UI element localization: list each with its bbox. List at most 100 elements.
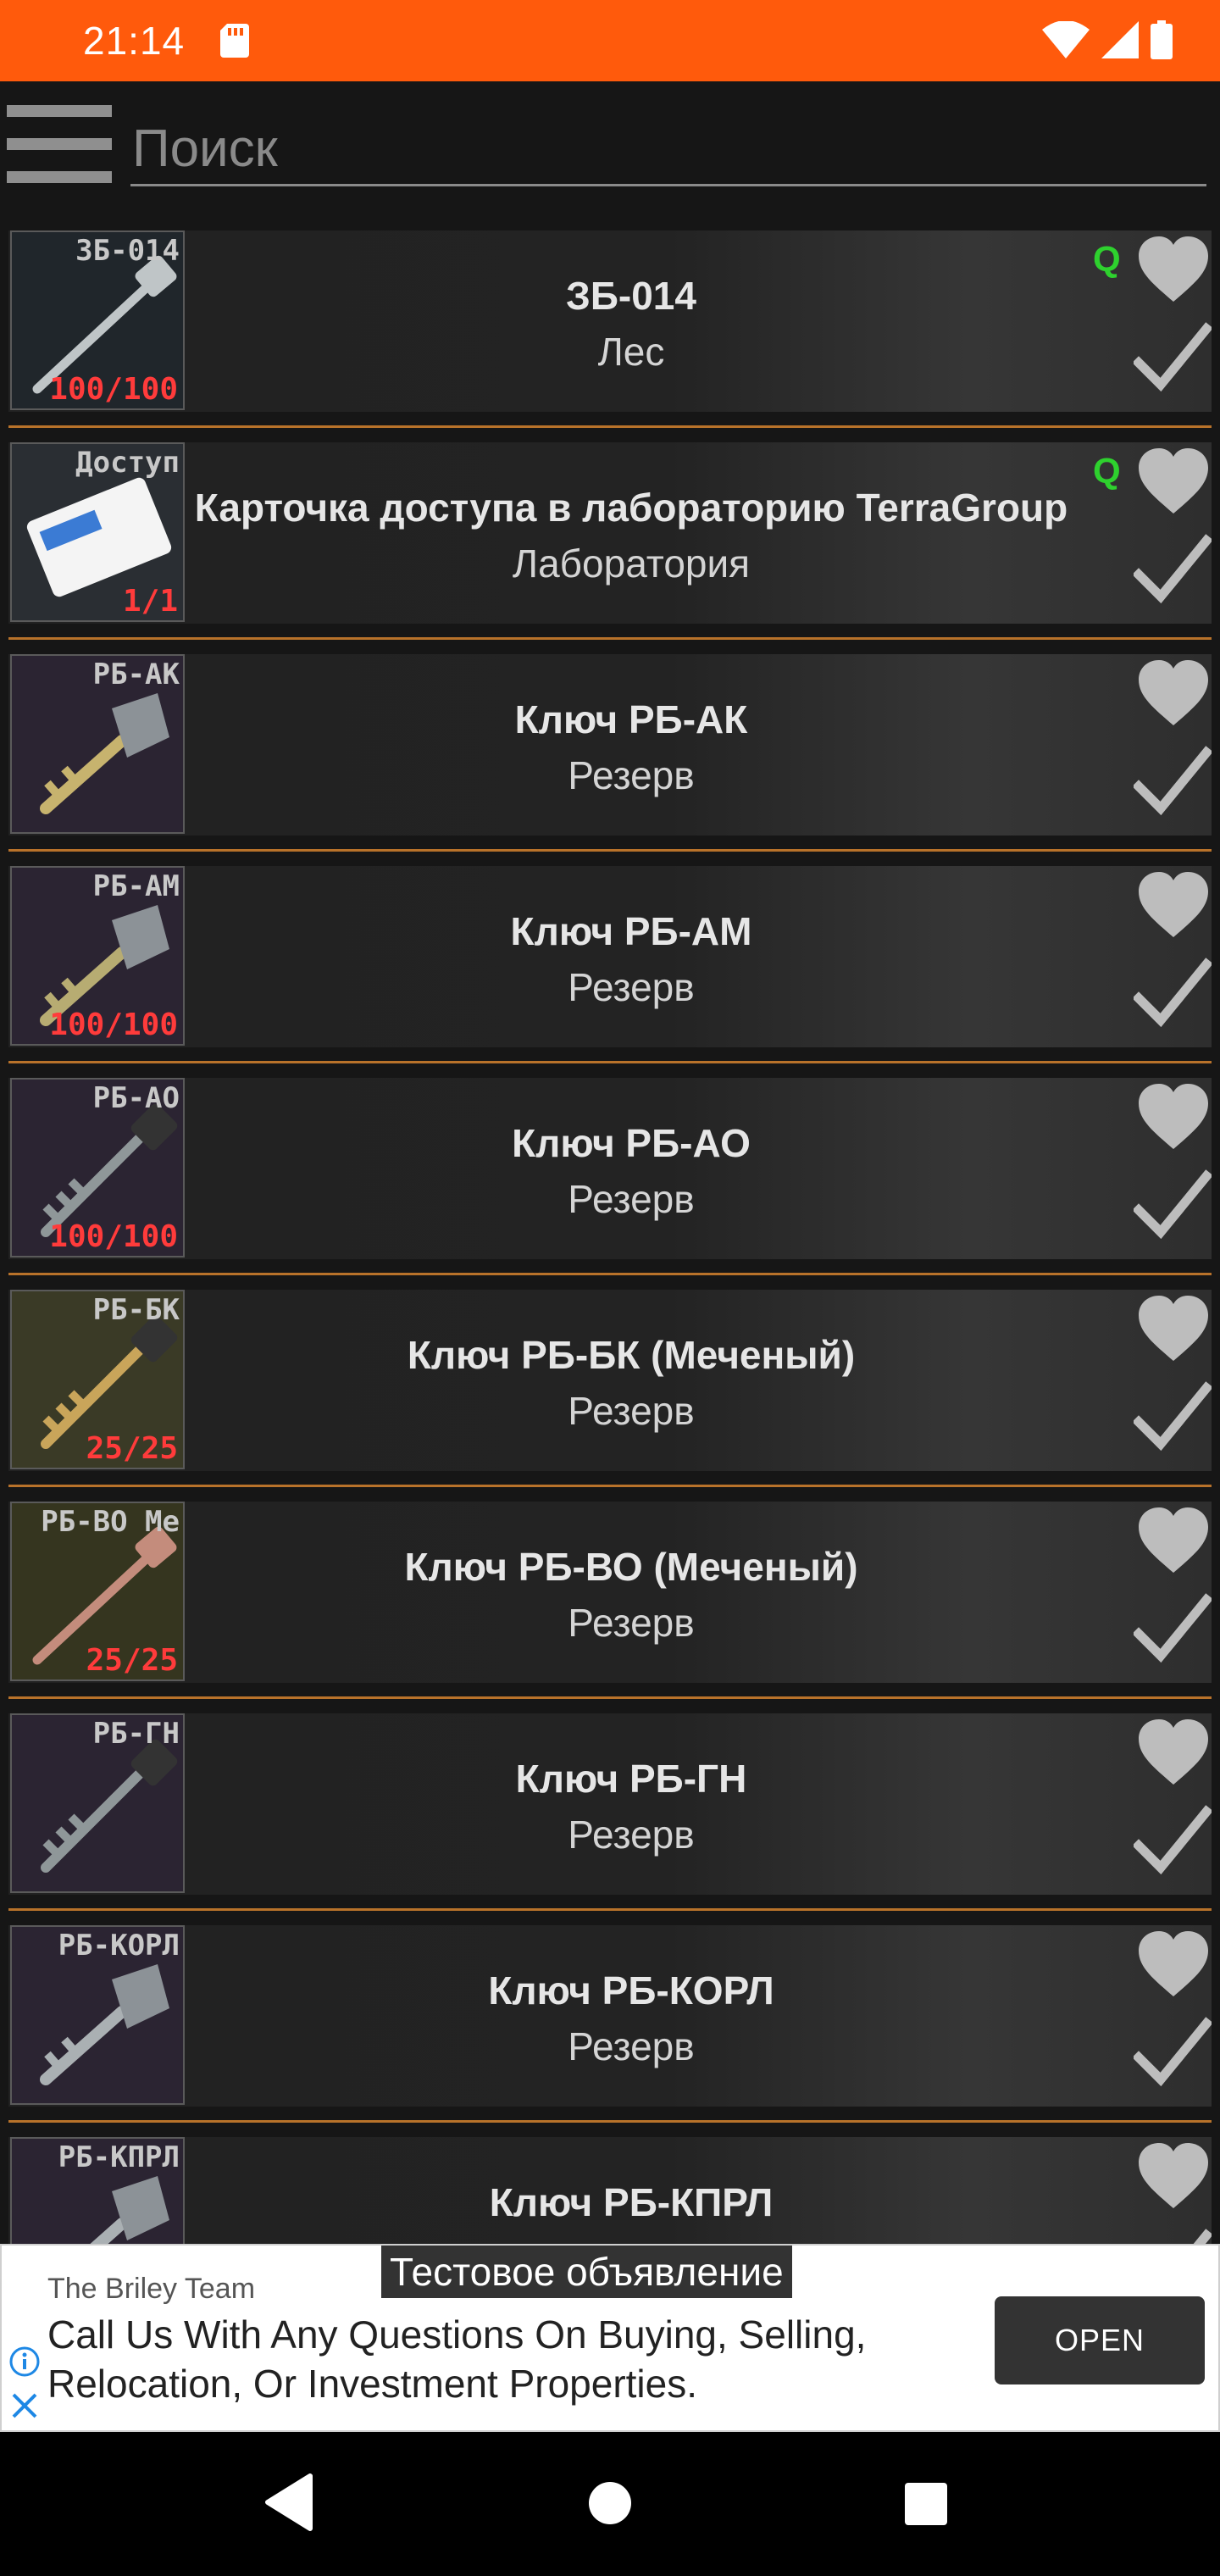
favorite-heart-icon[interactable] bbox=[1137, 659, 1210, 727]
item-thumbnail: РБ-КОРЛ bbox=[10, 1925, 185, 2105]
app-content: ЗБ-014 100/100 ЗБ-014 Лес Q Доступ 1/1 Карточка… bbox=[0, 81, 1220, 2244]
thumb-count: 1/1 bbox=[122, 584, 178, 619]
collected-check-icon[interactable] bbox=[1132, 1169, 1213, 1242]
thumb-code: РБ-АМ bbox=[92, 869, 180, 903]
list-item[interactable]: РБ-КПРЛ Ключ РБ-КПРЛ bbox=[0, 2137, 1220, 2244]
item-name: Ключ РБ-ГН bbox=[515, 1757, 747, 1801]
item-location: Резерв bbox=[568, 1813, 695, 1857]
thumb-code: РБ-КПРЛ bbox=[58, 2140, 180, 2174]
sd-card-icon bbox=[220, 24, 250, 58]
row-separator bbox=[8, 2120, 1212, 2123]
ad-banner[interactable]: Тестовое объявление The Briley Team Call… bbox=[0, 2244, 1220, 2432]
row-separator bbox=[8, 637, 1212, 640]
collected-check-icon[interactable] bbox=[1132, 1381, 1213, 1454]
collected-check-icon[interactable] bbox=[1132, 746, 1213, 819]
collected-check-icon[interactable] bbox=[1132, 534, 1213, 607]
favorite-heart-icon[interactable] bbox=[1137, 871, 1210, 939]
thumb-code: РБ-КОРЛ bbox=[58, 1929, 180, 1963]
favorite-heart-icon[interactable] bbox=[1137, 1083, 1210, 1151]
item-location: Резерв bbox=[568, 965, 695, 1009]
row-separator bbox=[8, 849, 1212, 852]
item-thumbnail: РБ-ВО Ме 25/25 bbox=[10, 1502, 185, 1681]
row-separator bbox=[8, 1273, 1212, 1275]
item-location: Лес bbox=[597, 330, 665, 374]
ad-advertiser: The Briley Team bbox=[47, 2273, 256, 2305]
favorite-heart-icon[interactable] bbox=[1137, 236, 1210, 303]
list-item[interactable]: РБ-БК 25/25 Ключ РБ-БК (Меченый) Резерв bbox=[0, 1290, 1220, 1502]
item-thumbnail: Доступ 1/1 bbox=[10, 442, 185, 622]
item-name: Карточка доступа в лабораторию TerraGrou… bbox=[194, 486, 1068, 530]
ad-close-icon[interactable] bbox=[10, 2391, 39, 2420]
item-text: Ключ РБ-БК (Меченый) Резерв bbox=[186, 1327, 1076, 1439]
favorite-heart-icon[interactable] bbox=[1137, 1718, 1210, 1786]
list-item[interactable]: РБ-АМ 100/100 Ключ РБ-АМ Резерв bbox=[0, 866, 1220, 1078]
row-separator bbox=[8, 1696, 1212, 1699]
item-name: Ключ РБ-АО bbox=[512, 1121, 751, 1165]
item-text: Ключ РБ-АМ Резерв bbox=[186, 903, 1076, 1015]
favorite-heart-icon[interactable] bbox=[1137, 1295, 1210, 1363]
item-thumbnail: РБ-ГН bbox=[10, 1713, 185, 1893]
list-item[interactable]: РБ-ВО Ме 25/25 Ключ РБ-ВО (Меченый) Резерв bbox=[0, 1502, 1220, 1713]
signal-icon bbox=[1101, 21, 1139, 63]
thumb-code: ЗБ-014 bbox=[75, 234, 180, 268]
item-text: Ключ РБ-АО Резерв bbox=[186, 1115, 1076, 1227]
list-item[interactable]: РБ-КОРЛ Ключ РБ-КОРЛ Резерв bbox=[0, 1925, 1220, 2137]
item-location: Резерв bbox=[568, 1177, 695, 1221]
collected-check-icon[interactable] bbox=[1132, 958, 1213, 1030]
collected-check-icon[interactable] bbox=[1132, 1805, 1213, 1878]
list-item[interactable]: ЗБ-014 100/100 ЗБ-014 Лес Q bbox=[0, 230, 1220, 442]
item-thumbnail: ЗБ-014 100/100 bbox=[10, 230, 185, 410]
item-name: Ключ РБ-АК bbox=[514, 697, 748, 741]
search-input[interactable] bbox=[130, 114, 1206, 186]
battery-icon bbox=[1151, 20, 1173, 64]
item-name: Ключ РБ-БК (Меченый) bbox=[407, 1333, 856, 1377]
favorite-heart-icon[interactable] bbox=[1137, 1507, 1210, 1574]
thumb-code: Доступ bbox=[75, 446, 180, 480]
item-thumbnail: РБ-АК bbox=[10, 654, 185, 834]
recents-icon[interactable] bbox=[905, 2483, 947, 2525]
ad-info-icon[interactable] bbox=[8, 2346, 41, 2378]
item-text: Ключ РБ-КПРЛ bbox=[186, 2174, 1076, 2230]
item-text: Ключ РБ-КОРЛ Резерв bbox=[186, 1963, 1076, 2074]
row-separator bbox=[8, 425, 1212, 428]
list-item[interactable]: РБ-АО 100/100 Ключ РБ-АО Резерв bbox=[0, 1078, 1220, 1290]
collected-check-icon[interactable] bbox=[1132, 322, 1213, 395]
thumb-code: РБ-ГН bbox=[92, 1717, 180, 1751]
item-location: Лаборатория bbox=[512, 541, 751, 586]
thumb-count: 25/25 bbox=[86, 1643, 178, 1678]
thumb-code: РБ-ВО Ме bbox=[41, 1505, 180, 1539]
hamburger-menu-icon[interactable] bbox=[7, 105, 112, 183]
ad-open-button[interactable]: OPEN bbox=[995, 2296, 1205, 2384]
item-text: Ключ РБ-ВО (Меченый) Резерв bbox=[186, 1539, 1076, 1651]
status-time: 21:14 bbox=[83, 19, 186, 63]
item-text: ЗБ-014 Лес bbox=[186, 268, 1076, 380]
collected-check-icon[interactable] bbox=[1134, 2229, 1213, 2244]
favorite-heart-icon[interactable] bbox=[1137, 447, 1210, 515]
favorite-heart-icon[interactable] bbox=[1137, 2142, 1210, 2210]
list-item[interactable]: РБ-АК Ключ РБ-АК Резерв bbox=[0, 654, 1220, 866]
quest-badge: Q bbox=[1093, 451, 1121, 491]
system-navbar bbox=[0, 2432, 1220, 2576]
thumb-count: 100/100 bbox=[49, 1219, 178, 1254]
back-icon[interactable] bbox=[264, 2473, 315, 2532]
thumb-count: 100/100 bbox=[49, 1008, 178, 1042]
ad-body-text[interactable]: Call Us With Any Questions On Buying, Se… bbox=[47, 2310, 979, 2408]
collected-check-icon[interactable] bbox=[1132, 1593, 1213, 1666]
item-name: Ключ РБ-КПРЛ bbox=[489, 2180, 774, 2224]
item-thumbnail: РБ-АО 100/100 bbox=[10, 1078, 185, 1257]
item-text: Ключ РБ-АК Резерв bbox=[186, 691, 1076, 803]
favorite-heart-icon[interactable] bbox=[1137, 1930, 1210, 1998]
item-location: Резерв bbox=[568, 753, 695, 797]
item-thumbnail: РБ-КПРЛ bbox=[10, 2137, 185, 2244]
quest-badge: Q bbox=[1093, 239, 1121, 279]
collected-check-icon[interactable] bbox=[1132, 2017, 1213, 2090]
wifi-icon bbox=[1042, 20, 1090, 63]
row-separator bbox=[8, 1908, 1212, 1911]
home-icon[interactable] bbox=[588, 2481, 632, 2525]
list-item[interactable]: РБ-ГН Ключ РБ-ГН Резерв bbox=[0, 1713, 1220, 1925]
item-location: Резерв bbox=[568, 1601, 695, 1645]
status-bar: 21:14 bbox=[0, 0, 1220, 81]
list-item[interactable]: Доступ 1/1 Карточка доступа в лабораторию … bbox=[0, 442, 1220, 654]
thumb-count: 25/25 bbox=[86, 1431, 178, 1466]
item-name: Ключ РБ-ВО (Меченый) bbox=[404, 1545, 858, 1589]
